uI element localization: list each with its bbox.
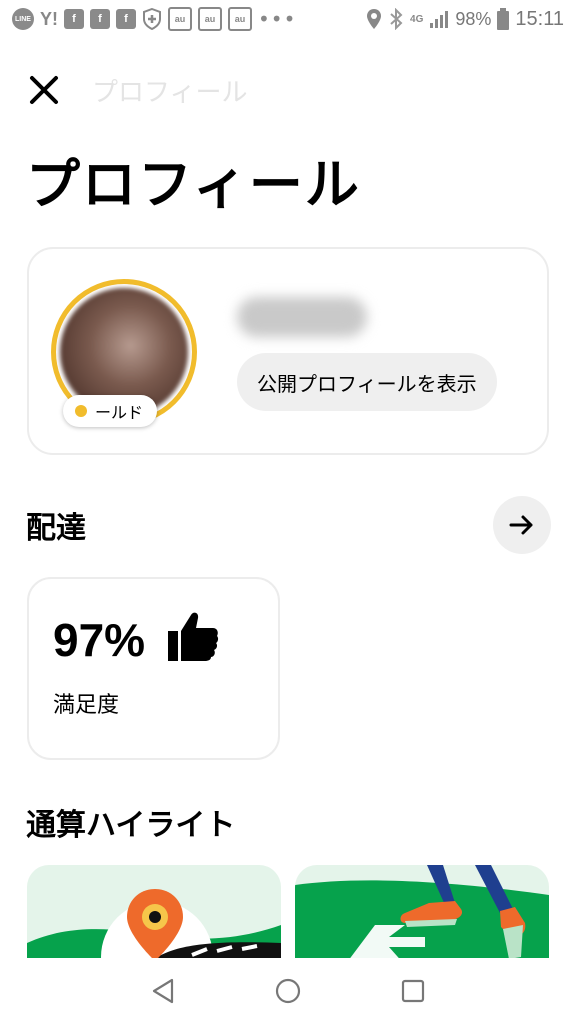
au-icon: au — [228, 7, 252, 31]
system-navigation-bar — [0, 958, 576, 1024]
home-circle-icon — [275, 978, 301, 1004]
delivery-section-title: 配達 — [26, 511, 86, 546]
au-icon: au — [168, 7, 192, 31]
au-icon: au — [198, 7, 222, 31]
location-icon — [367, 9, 382, 29]
status-bar: LINE Y! f f f au au au ••• 4G 98% 15:11 — [0, 0, 576, 38]
signal-icon — [430, 11, 449, 28]
facebook-icon: f — [64, 9, 84, 29]
notification-icons: LINE Y! f f f au au au ••• — [12, 7, 296, 31]
satisfaction-card[interactable]: 97% 満足度 — [27, 577, 280, 760]
facebook-icon: f — [116, 9, 136, 29]
clock: 15:11 — [515, 7, 564, 30]
view-public-profile-button[interactable]: 公開プロフィールを表示 — [237, 353, 497, 411]
close-button[interactable] — [26, 72, 62, 108]
profile-card: ールド 公開プロフィールを表示 — [27, 247, 549, 455]
gold-dot-icon — [75, 405, 87, 417]
more-notifications-icon: ••• — [258, 7, 297, 31]
network-type-icon: 4G — [410, 13, 424, 25]
yahoo-icon: Y! — [40, 8, 58, 29]
highlights-section-title: 通算ハイライト — [26, 808, 236, 843]
page-title: プロフィール — [26, 153, 361, 216]
recents-nav-button[interactable] — [393, 971, 433, 1011]
highlight-card-walking[interactable] — [295, 865, 549, 965]
system-icons: 4G 98% 15:11 — [366, 8, 564, 31]
arrow-right-icon — [509, 515, 533, 535]
battery-percent: 98% — [455, 8, 492, 29]
delivery-more-button[interactable] — [493, 496, 551, 554]
recents-square-icon — [402, 979, 425, 1003]
user-name-blurred — [237, 297, 367, 337]
header-collapsed-title: プロフィール — [92, 78, 248, 108]
satisfaction-value: 97% — [53, 614, 146, 666]
back-triangle-icon — [152, 978, 173, 1004]
shield-cross-icon — [143, 8, 161, 30]
back-nav-button[interactable] — [143, 971, 183, 1011]
tier-badge: ールド — [63, 395, 158, 427]
map-pin-illustration — [27, 889, 281, 965]
home-nav-button[interactable] — [268, 971, 308, 1011]
facebook-icon: f — [90, 9, 110, 29]
highlight-card-distance[interactable] — [27, 865, 281, 965]
satisfaction-label: 満足度 — [53, 693, 120, 718]
tier-label: ールド — [95, 403, 144, 422]
thumbs-up-icon — [168, 612, 219, 661]
close-icon — [30, 76, 58, 104]
line-icon: LINE — [12, 8, 34, 30]
bluetooth-icon — [390, 8, 403, 30]
battery-icon — [497, 8, 510, 30]
walking-person-illustration — [295, 865, 549, 965]
